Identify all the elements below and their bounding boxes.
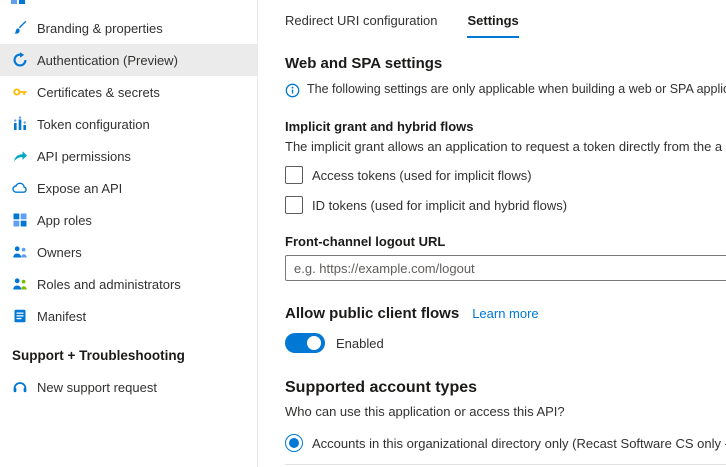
sidebar-item-label: Authentication (Preview) <box>37 53 178 68</box>
sidebar-item-manifest[interactable]: Manifest <box>0 300 257 332</box>
single-tenant-radio-row: Accounts in this organizational director… <box>285 434 726 452</box>
sidebar-section-heading: Support + Troubleshooting <box>12 348 257 363</box>
token-bars-icon <box>12 116 28 132</box>
sidebar-item-owners[interactable]: Owners <box>0 236 257 268</box>
sidebar-item-token-configuration[interactable]: Token configuration <box>0 108 257 140</box>
authentication-settings-pane: Redirect URI configuration Settings Web … <box>258 0 726 467</box>
id-tokens-checkbox-row: ID tokens (used for implicit and hybrid … <box>285 196 726 214</box>
paintbrush-icon <box>12 20 28 36</box>
front-channel-logout-input[interactable] <box>285 255 726 281</box>
id-tokens-checkbox[interactable] <box>285 196 303 214</box>
sidebar-item-app-roles[interactable]: App roles <box>0 204 257 236</box>
sidebar-item-new-support-request[interactable]: New support request <box>0 371 257 403</box>
tab-bar: Redirect URI configuration Settings <box>285 13 726 38</box>
section-divider <box>285 464 726 465</box>
sidebar-item-label: Expose an API <box>37 181 122 196</box>
access-tokens-checkbox[interactable] <box>285 166 303 184</box>
sidebar-item-authentication[interactable]: Authentication (Preview) <box>0 44 257 76</box>
supported-account-types-heading: Supported account types <box>285 379 726 397</box>
info-icon <box>285 83 300 101</box>
id-tokens-label: ID tokens (used for implicit and hybrid … <box>312 198 567 213</box>
sidebar-item-label: Branding & properties <box>37 21 163 36</box>
sidebar-item-label: App roles <box>37 213 92 228</box>
public-client-toggle-row: Enabled <box>285 333 726 353</box>
people-roles-icon <box>12 276 28 292</box>
api-arrow-icon <box>12 148 28 164</box>
info-banner: The following settings are only applicab… <box>285 82 726 101</box>
single-tenant-radio[interactable] <box>285 434 303 452</box>
public-client-flows-row: Allow public client flows Learn more <box>285 305 726 322</box>
sidebar-item-branding-properties[interactable]: Branding & properties <box>0 12 257 44</box>
sidebar-item-certificates-secrets[interactable]: Certificates & secrets <box>0 76 257 108</box>
sidebar-item-expose-an-api[interactable]: Expose an API <box>0 172 257 204</box>
headset-icon <box>12 379 28 395</box>
sidebar-item-label: Token configuration <box>37 117 150 132</box>
sidebar-item-roles-administrators[interactable]: Roles and administrators <box>0 268 257 300</box>
sidebar-item-label: API permissions <box>37 149 131 164</box>
document-icon <box>12 308 28 324</box>
sidebar-item-label: Owners <box>37 245 82 260</box>
single-tenant-label: Accounts in this organizational director… <box>312 436 726 451</box>
access-tokens-label: Access tokens (used for implicit flows) <box>312 168 532 183</box>
implicit-grant-heading: Implicit grant and hybrid flows <box>285 119 726 134</box>
implicit-grant-description: The implicit grant allows an application… <box>285 139 726 154</box>
info-text: The following settings are only applicab… <box>307 82 726 96</box>
access-tokens-checkbox-row: Access tokens (used for implicit flows) <box>285 166 726 184</box>
people-icon <box>12 244 28 260</box>
tab-redirect-uri-configuration[interactable]: Redirect URI configuration <box>285 13 437 38</box>
sidebar-item-api-permissions[interactable]: API permissions <box>0 140 257 172</box>
toggle-state-label: Enabled <box>336 336 384 351</box>
public-client-toggle[interactable] <box>285 333 325 353</box>
app-registration-sidebar: Branding & properties Authentication (Pr… <box>0 0 258 467</box>
key-icon <box>12 84 28 100</box>
partial-scrolled-icon <box>11 0 25 7</box>
sidebar-item-label: Roles and administrators <box>37 277 181 292</box>
tab-settings[interactable]: Settings <box>467 13 518 38</box>
grid-icon <box>12 212 28 228</box>
authentication-refresh-icon <box>12 52 28 68</box>
cloud-icon <box>12 180 28 196</box>
sidebar-item-label: Certificates & secrets <box>37 85 160 100</box>
web-spa-settings-heading: Web and SPA settings <box>285 55 726 72</box>
account-types-question: Who can use this application or access t… <box>285 404 726 419</box>
toggle-knob <box>307 336 321 350</box>
allow-public-client-flows-heading: Allow public client flows <box>285 305 459 322</box>
sidebar-item-label: Manifest <box>37 309 86 324</box>
front-channel-logout-label: Front-channel logout URL <box>285 234 726 249</box>
sidebar-item-label: New support request <box>37 380 157 395</box>
learn-more-link[interactable]: Learn more <box>472 306 538 321</box>
